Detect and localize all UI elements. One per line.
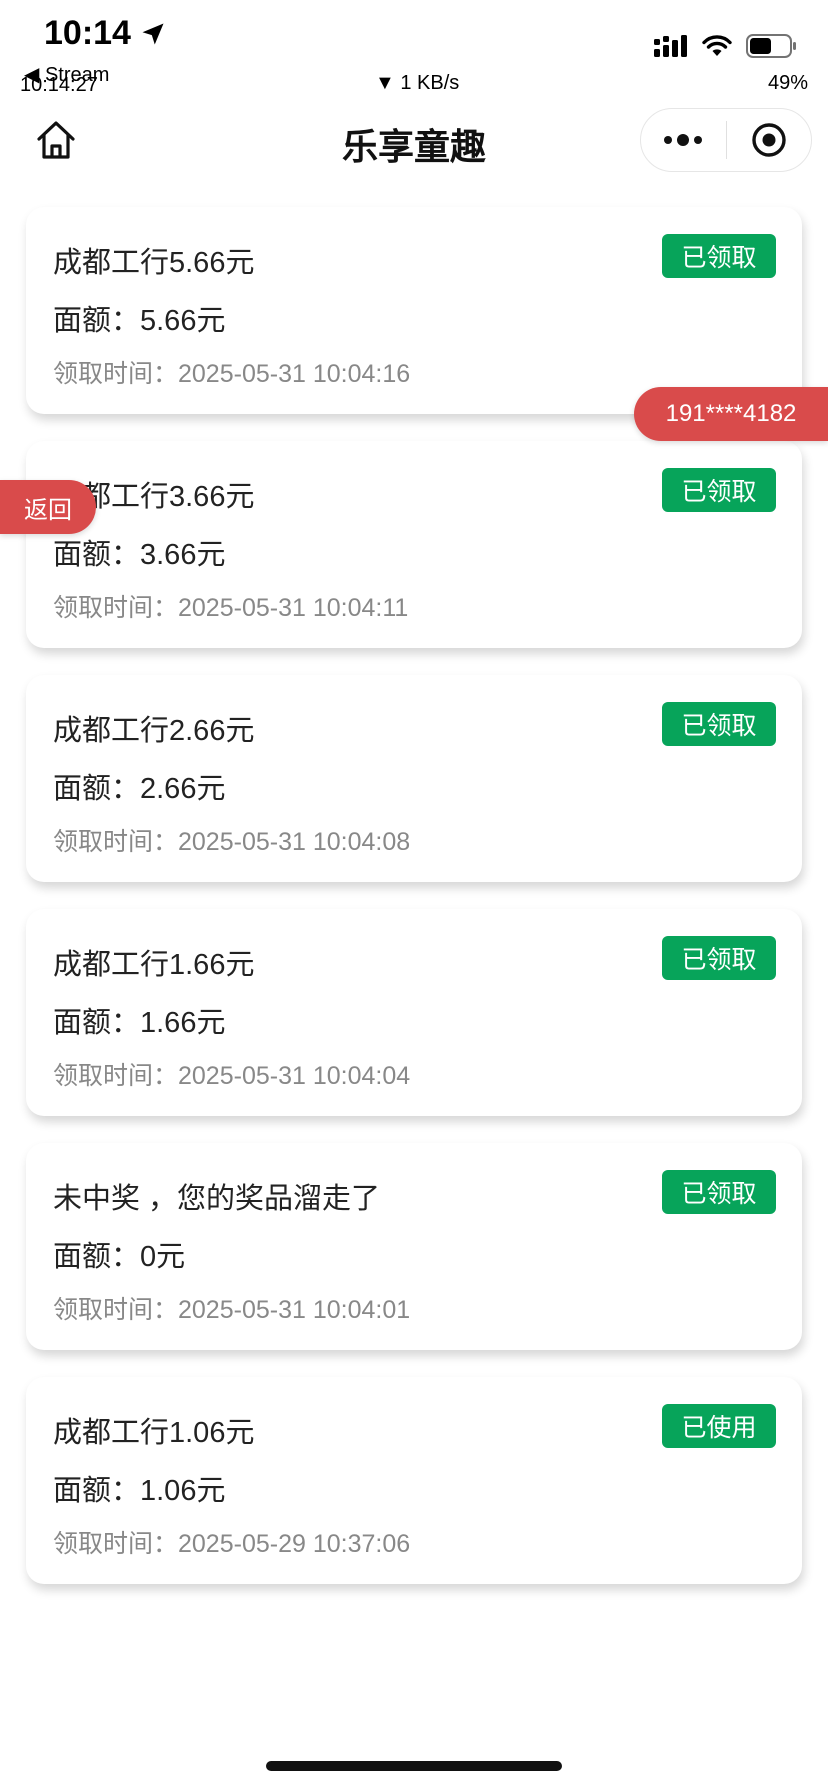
signal-icon: [654, 35, 687, 57]
status-badge[interactable]: 已使用: [662, 1404, 776, 1448]
back-button[interactable]: 返回: [0, 480, 96, 534]
record-card[interactable]: 成都工行3.66元 面额：3.66元 领取时间：2025-05-31 10:04…: [26, 441, 802, 648]
record-amount: 面额：0元: [53, 1241, 186, 1273]
wifi-icon: [702, 35, 732, 56]
record-amount: 面额：1.06元: [53, 1475, 226, 1507]
record-amount: 面额：5.66元: [53, 305, 226, 337]
record-time: 领取时间：2025-05-31 10:04:08: [53, 828, 411, 856]
back-to-app[interactable]: ◀ Stream: [24, 62, 109, 87]
network-speed: ▼ 1 KB/s: [375, 72, 460, 94]
more-button[interactable]: [641, 109, 726, 171]
record-time: 领取时间：2025-05-31 10:04:04: [53, 1062, 411, 1090]
location-arrow-icon: [142, 23, 164, 44]
record-card[interactable]: 成都工行2.66元 面额：2.66元 领取时间：2025-05-31 10:04…: [26, 675, 802, 882]
record-title: 未中奖 ，您的奖品溜走了: [53, 1183, 381, 1215]
status-badge[interactable]: 已领取: [662, 468, 776, 512]
close-button[interactable]: [727, 109, 812, 171]
close-target-icon: [752, 123, 786, 157]
record-time: 领取时间：2025-05-31 10:04:16: [53, 360, 411, 388]
home-indicator[interactable]: [266, 1761, 562, 1771]
record-amount: 面额：1.66元: [53, 1007, 226, 1039]
status-sub-row: 10:14:27 ◀ Stream ▼ 1 KB/s 49%: [0, 64, 828, 96]
record-time: 领取时间：2025-05-31 10:04:11: [53, 594, 409, 622]
record-amount: 面额：2.66元: [53, 773, 226, 805]
record-title: 成都工行1.66元: [53, 949, 255, 981]
navbar: 乐享童趣: [0, 100, 828, 180]
status-time: 10:14: [44, 14, 167, 53]
status-badge[interactable]: 已领取: [662, 234, 776, 278]
record-title: 成都工行1.06元: [53, 1417, 255, 1449]
battery-icon: [746, 34, 796, 58]
record-amount: 面额：3.66元: [53, 539, 226, 571]
record-title: 成都工行2.66元: [53, 715, 255, 747]
record-time: 领取时间：2025-05-29 10:37:06: [53, 1530, 411, 1558]
battery-percent: 49%: [767, 72, 808, 94]
capsule-menu: [640, 108, 812, 172]
record-card[interactable]: 未中奖 ，您的奖品溜走了 面额：0元 领取时间：2025-05-31 10:04…: [26, 1143, 802, 1350]
phone-number-tag[interactable]: 191****4182: [634, 387, 828, 441]
record-card[interactable]: 成都工行1.06元 面额：1.06元 领取时间：2025-05-29 10:37…: [26, 1377, 802, 1584]
record-time: 领取时间：2025-05-31 10:04:01: [53, 1296, 411, 1324]
record-card[interactable]: 成都工行5.66元 面额：5.66元 领取时间：2025-05-31 10:04…: [26, 207, 802, 414]
status-badge[interactable]: 已领取: [662, 936, 776, 980]
status-badge[interactable]: 已领取: [662, 702, 776, 746]
record-title: 成都工行5.66元: [53, 247, 255, 279]
status-time-text: 10:14: [44, 14, 131, 52]
status-icons: [654, 34, 798, 58]
more-icon: [664, 134, 703, 146]
status-badge[interactable]: 已领取: [662, 1170, 776, 1214]
record-card[interactable]: 成都工行1.66元 面额：1.66元 领取时间：2025-05-31 10:04…: [26, 909, 802, 1116]
